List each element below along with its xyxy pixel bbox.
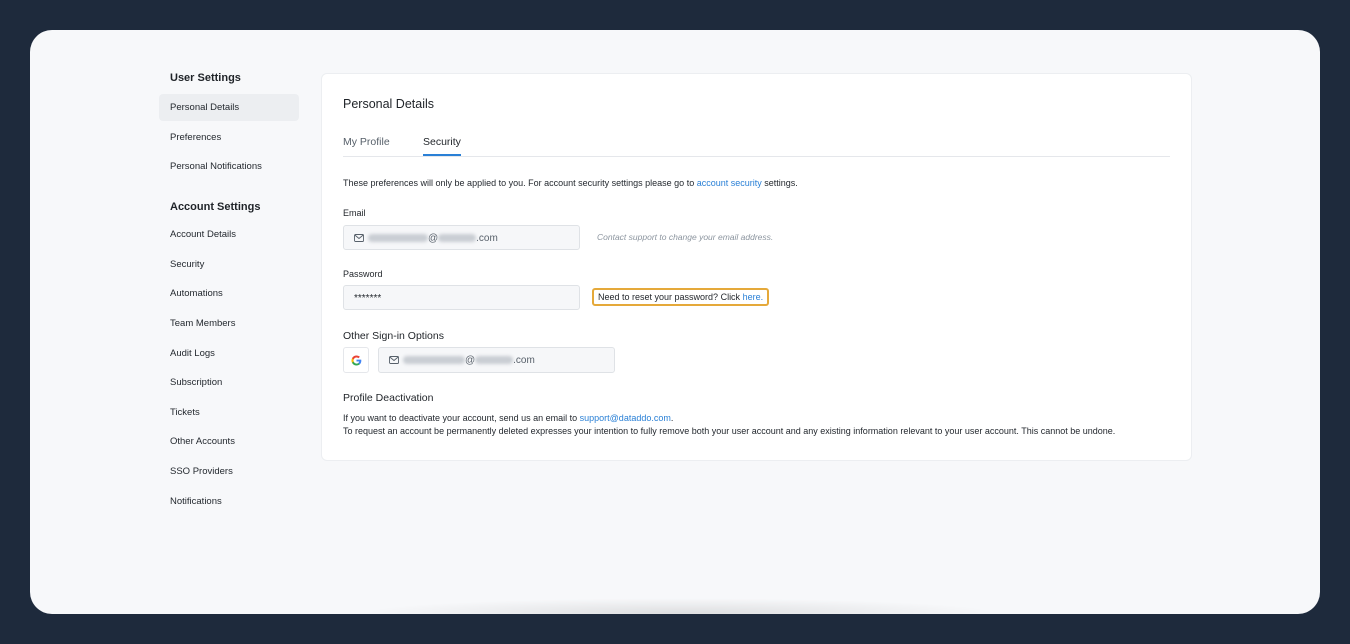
reset-text: Need to reset your password? Click: [598, 292, 741, 302]
personal-details-card: Personal Details My Profile Security The…: [321, 73, 1192, 461]
sidebar-item-automations[interactable]: Automations: [159, 280, 299, 307]
email-username-redacted: [368, 234, 428, 243]
tab-security[interactable]: Security: [423, 136, 461, 156]
google-email-domain-suffix: .com: [513, 355, 535, 366]
email-field[interactable]: @ .com: [343, 225, 580, 250]
email-at: @: [428, 233, 439, 244]
mail-icon: [389, 356, 399, 364]
app-frame: User Settings Personal Details Preferenc…: [30, 30, 1320, 614]
reset-password-link[interactable]: here.: [743, 292, 764, 302]
google-signin-button[interactable]: [343, 347, 369, 373]
mail-icon: [354, 234, 364, 242]
sidebar-item-personal-notifications[interactable]: Personal Notifications: [159, 153, 299, 180]
user-settings-heading: User Settings: [170, 72, 241, 84]
sidebar-item-notifications[interactable]: Notifications: [159, 488, 299, 515]
sidebar-item-other-accounts[interactable]: Other Accounts: [159, 428, 299, 455]
email-domain-redacted: [438, 234, 477, 243]
google-email-at: @: [465, 355, 476, 366]
sidebar-item-tickets[interactable]: Tickets: [159, 399, 299, 426]
sidebar-item-audit-logs[interactable]: Audit Logs: [159, 340, 299, 367]
email-label: Email: [343, 208, 366, 218]
account-settings-heading: Account Settings: [170, 201, 261, 214]
intro-suffix: settings.: [764, 178, 798, 188]
tab-bar: My Profile Security: [343, 136, 1170, 157]
password-field[interactable]: *******: [343, 285, 580, 310]
deactivation-line-2: To request an account be permanently del…: [343, 426, 1116, 436]
google-email-domain-redacted: [475, 356, 514, 365]
deactivation-line-1: If you want to deactivate your account, …: [343, 413, 673, 423]
page-title: Personal Details: [343, 97, 435, 111]
deactivation-period: .: [670, 413, 674, 423]
settings-sidebar: User Settings Personal Details Preferenc…: [159, 68, 299, 517]
tab-my-profile[interactable]: My Profile: [343, 136, 390, 154]
sidebar-item-subscription[interactable]: Subscription: [159, 369, 299, 396]
sidebar-item-account-details[interactable]: Account Details: [159, 221, 299, 248]
bottom-shadow: [360, 598, 1000, 614]
sidebar-item-sso-providers[interactable]: SSO Providers: [159, 458, 299, 485]
sidebar-item-team-members[interactable]: Team Members: [159, 310, 299, 337]
intro-text: These preferences will only be applied t…: [343, 178, 798, 188]
sidebar-item-preferences[interactable]: Preferences: [159, 124, 299, 151]
reset-password-hint: Need to reset your password? Click here.: [592, 288, 770, 306]
deactivation-text: If you want to deactivate your account, …: [343, 413, 578, 423]
email-domain-suffix: .com: [476, 233, 498, 244]
email-hint: Contact support to change your email add…: [597, 232, 774, 242]
sidebar-item-personal-details[interactable]: Personal Details: [159, 94, 299, 121]
google-email-username-redacted: [403, 356, 465, 365]
other-signin-title: Other Sign-in Options: [343, 330, 444, 342]
google-email-field[interactable]: @ .com: [378, 347, 615, 373]
support-email-link[interactable]: support@dataddo.com: [580, 413, 671, 423]
google-icon: [351, 355, 362, 366]
password-label: Password: [343, 269, 383, 279]
sidebar-item-security[interactable]: Security: [159, 251, 299, 278]
deactivation-title: Profile Deactivation: [343, 392, 434, 404]
intro-prefix: These preferences will only be applied t…: [343, 178, 695, 188]
account-security-link[interactable]: account security: [697, 178, 762, 188]
